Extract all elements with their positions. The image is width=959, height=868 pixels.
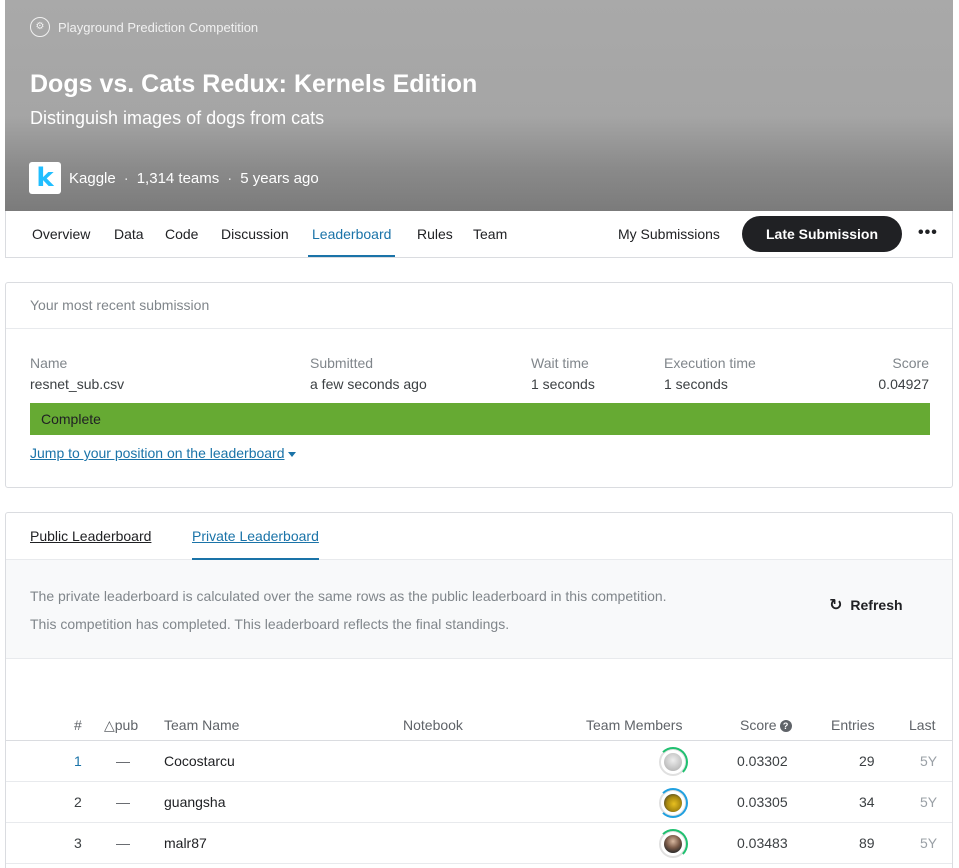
avatar[interactable]: [658, 747, 688, 777]
submitted-label: Submitted: [310, 355, 374, 371]
row-team-name[interactable]: Cocostarcu: [164, 741, 235, 782]
row-team-name[interactable]: guangsha: [164, 782, 226, 823]
row-delta: —: [116, 835, 130, 851]
leaderboard-card: Public Leaderboard Private Leaderboard T…: [5, 512, 953, 868]
row-team-name[interactable]: malr87: [164, 823, 207, 864]
name-label: Name: [30, 355, 68, 371]
competition-nav: Overview Data Code Discussion Leaderboar…: [5, 211, 953, 258]
late-submission-button[interactable]: Late Submission: [742, 216, 902, 252]
refresh-label: Refresh: [850, 597, 903, 613]
leaderboard-notice: The private leaderboard is calculated ov…: [6, 560, 952, 659]
score-label: Score: [892, 355, 929, 371]
row-rank: 3: [74, 835, 82, 851]
host-info: k Kaggle · 1,314 teams · 5 years ago: [29, 162, 319, 194]
row-entries: 89: [859, 835, 875, 851]
col-header-score[interactable]: Score?: [740, 717, 792, 733]
row-score: 0.03302: [737, 753, 788, 769]
separator: ·: [123, 169, 129, 187]
my-submissions-link[interactable]: My Submissions: [618, 211, 720, 257]
tab-rules[interactable]: Rules: [417, 211, 453, 257]
row-entries: 34: [859, 794, 875, 810]
row-rank: 2: [74, 794, 82, 810]
tab-overview[interactable]: Overview: [32, 211, 90, 257]
caret-down-icon: [287, 451, 296, 457]
wait-label: Wait time: [531, 355, 589, 371]
recent-submission-card: Your most recent submission Name resnet_…: [5, 282, 953, 488]
avatar[interactable]: [658, 788, 688, 818]
col-header-entries: Entries: [831, 717, 875, 733]
avatar-image: [664, 794, 682, 812]
avatar-image: [664, 753, 682, 771]
jump-link-label: Jump to your position on the leaderboard: [30, 445, 285, 461]
tab-code[interactable]: Code: [165, 211, 198, 257]
refresh-icon: ↻: [829, 597, 843, 614]
row-score: 0.03305: [737, 794, 788, 810]
col-header-last: Last: [909, 717, 936, 733]
notice-line-1: The private leaderboard is calculated ov…: [30, 588, 667, 604]
help-icon[interactable]: ?: [779, 720, 792, 733]
table-row[interactable]: 1 — Cocostarcu 0.03302 29 5Y: [6, 741, 952, 782]
col-header-team: Team Name: [164, 717, 240, 733]
tab-public-leaderboard[interactable]: Public Leaderboard: [30, 513, 151, 560]
status-bar: Complete: [30, 403, 930, 435]
notice-line-2: This competition has completed. This lea…: [30, 616, 510, 632]
competition-type-label: Playground Prediction Competition: [58, 19, 259, 35]
table-row[interactable]: 2 — guangsha 0.03305 34 5Y: [6, 782, 952, 823]
kaggle-logo-icon[interactable]: k: [29, 162, 61, 194]
separator: ·: [227, 169, 233, 187]
tab-team[interactable]: Team: [473, 211, 507, 257]
leaderboard-tabs: Public Leaderboard Private Leaderboard: [6, 513, 952, 560]
tab-private-leaderboard[interactable]: Private Leaderboard: [192, 513, 319, 560]
row-score: 0.03483: [737, 835, 788, 851]
team-count: 1,314 teams: [136, 169, 220, 187]
submission-exec: Execution time 1 seconds: [664, 355, 756, 392]
competition-age: 5 years ago: [240, 169, 319, 187]
score-value: 0.04927: [878, 376, 929, 392]
row-last: 5Y: [920, 835, 938, 851]
tab-leaderboard[interactable]: Leaderboard: [308, 211, 396, 257]
submission-name: Name resnet_sub.csv: [30, 355, 124, 392]
competition-header: ⚙ Playground Prediction Competition Dogs…: [5, 0, 953, 211]
col-header-members: Team Members: [586, 717, 683, 733]
row-rank: 1: [74, 753, 82, 769]
row-last: 5Y: [920, 753, 938, 769]
competition-title: Dogs vs. Cats Redux: Kernels Edition: [30, 70, 478, 98]
recent-submission-heading: Your most recent submission: [6, 283, 952, 329]
col-header-notebook: Notebook: [403, 717, 463, 733]
avatar[interactable]: [658, 829, 688, 859]
playground-icon: ⚙: [30, 17, 50, 37]
competition-subtitle: Distinguish images of dogs from cats: [30, 108, 325, 128]
submission-wait: Wait time 1 seconds: [531, 355, 595, 392]
row-entries: 29: [859, 753, 875, 769]
submission-score: Score 0.04927: [878, 355, 929, 392]
tab-discussion[interactable]: Discussion: [221, 211, 289, 257]
exec-value: 1 seconds: [664, 376, 728, 392]
col-header-delta: △pub: [104, 717, 139, 733]
jump-to-position-link[interactable]: Jump to your position on the leaderboard: [30, 445, 296, 461]
host-name[interactable]: Kaggle: [69, 170, 116, 187]
table-row[interactable]: 3 — malr87 0.03483 89 5Y: [6, 823, 952, 864]
wait-value: 1 seconds: [531, 376, 595, 392]
row-delta: —: [116, 794, 130, 810]
more-options-icon[interactable]: •••: [918, 211, 938, 257]
col-header-score-label: Score: [740, 717, 777, 733]
competition-type: ⚙ Playground Prediction Competition: [30, 17, 258, 37]
col-header-rank: #: [74, 717, 82, 733]
exec-label: Execution time: [664, 355, 756, 371]
tab-data[interactable]: Data: [114, 211, 144, 257]
submission-submitted: Submitted a few seconds ago: [310, 355, 427, 392]
row-last: 5Y: [920, 794, 938, 810]
submitted-value: a few seconds ago: [310, 376, 427, 392]
avatar-image: [664, 835, 682, 853]
row-delta: —: [116, 753, 130, 769]
name-value: resnet_sub.csv: [30, 376, 125, 392]
refresh-button[interactable]: ↻ Refresh: [829, 595, 903, 615]
